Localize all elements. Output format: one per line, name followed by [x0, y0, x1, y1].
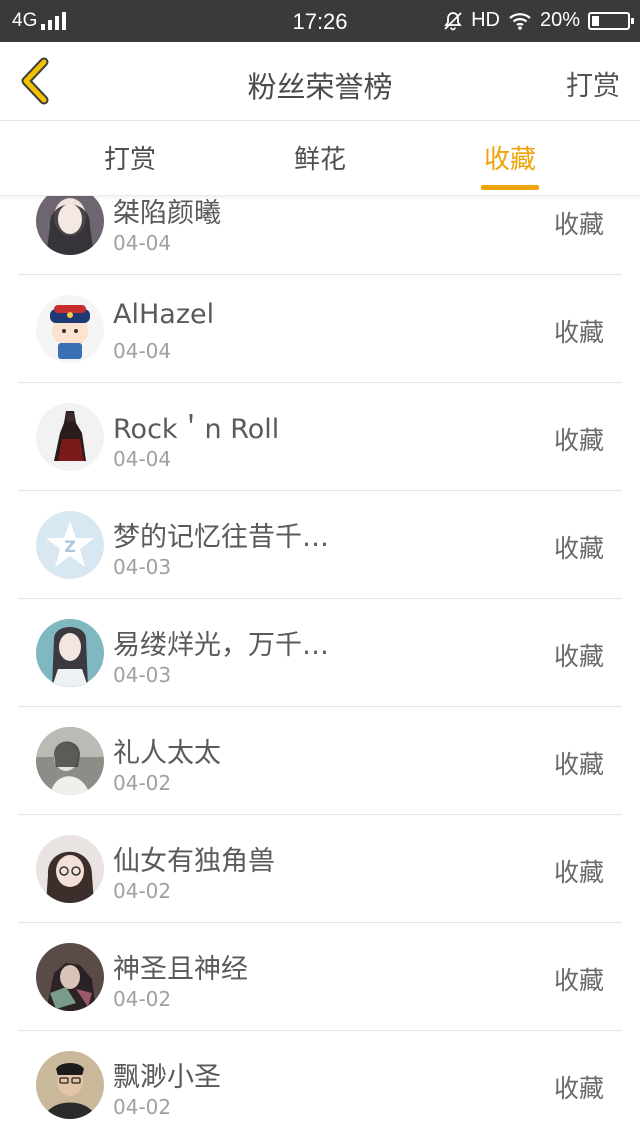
- nav-header: 粉丝荣誉榜 打赏: [0, 42, 640, 121]
- fan-name: 飘渺小圣: [113, 1062, 221, 1093]
- fan-action: 收藏: [553, 858, 604, 887]
- fan-action: 收藏: [553, 750, 604, 779]
- fan-action: 收藏: [553, 1074, 604, 1103]
- page-title: 粉丝荣誉榜: [247, 70, 393, 104]
- list-item[interactable]: Z 梦的记忆往昔千… 04-03 收藏: [0, 491, 640, 599]
- fan-action: 收藏: [553, 210, 604, 239]
- list-item[interactable]: 神圣且神经 04-02 收藏: [0, 923, 640, 1031]
- list-item[interactable]: AlHazel 04-04 收藏: [0, 275, 640, 383]
- fan-date: 04-02: [113, 1095, 172, 1119]
- tab-bar: 打赏 鲜花 收藏: [0, 121, 640, 196]
- fan-date: 04-03: [113, 663, 172, 687]
- svg-text:Z: Z: [64, 537, 76, 556]
- fan-action: 收藏: [553, 318, 604, 347]
- fan-name: 仙女有独角兽: [113, 846, 275, 877]
- fan-date: 04-02: [113, 771, 172, 795]
- avatar: [36, 727, 104, 795]
- hd-indicator: HD: [471, 9, 500, 31]
- avatar: Z: [36, 511, 104, 579]
- fan-date: 04-02: [113, 987, 172, 1011]
- avatar: [36, 403, 104, 471]
- fan-name: 神圣且神经: [113, 954, 248, 985]
- battery-percent: 20%: [539, 9, 580, 31]
- fan-name: AlHazel: [113, 299, 215, 330]
- fan-date: 04-04: [113, 339, 172, 363]
- tab-reward[interactable]: 打赏: [70, 139, 190, 176]
- fan-name: 易缕烊光，万千…: [113, 630, 329, 661]
- fan-action: 收藏: [553, 426, 604, 455]
- active-tab-indicator: [481, 185, 539, 190]
- list-item[interactable]: Rock＇n Roll 04-04 收藏: [0, 383, 640, 491]
- fan-date: 04-03: [113, 555, 172, 579]
- list-item[interactable]: 飘渺小圣 04-02 收藏: [0, 1031, 640, 1138]
- avatar: [36, 619, 104, 687]
- list-item[interactable]: 礼人太太 04-02 收藏: [0, 707, 640, 815]
- fan-action: 收藏: [553, 642, 604, 671]
- avatar: [36, 943, 104, 1011]
- reward-button[interactable]: 打赏: [566, 64, 620, 103]
- avatar: [36, 196, 104, 255]
- fan-date: 04-04: [113, 231, 172, 255]
- status-bar: 4G 17:26 HD 20%: [0, 0, 640, 42]
- fans-list[interactable]: 桀陷颜曦 04-04 收藏 AlHazel 04-04 收藏 Rock＇n Ro…: [0, 196, 640, 1138]
- avatar: [36, 295, 104, 363]
- list-item[interactable]: 易缕烊光，万千… 04-03 收藏: [0, 599, 640, 707]
- status-right: HD 20%: [435, 9, 634, 32]
- muted-bell-icon: [444, 11, 462, 30]
- fan-action: 收藏: [553, 534, 604, 563]
- fan-name: 礼人太太: [113, 738, 221, 769]
- tab-flowers[interactable]: 鲜花: [260, 139, 380, 176]
- fan-name: 桀陷颜曦: [113, 198, 221, 229]
- tab-favorites[interactable]: 收藏: [450, 139, 570, 176]
- fan-date: 04-02: [113, 879, 172, 903]
- fan-action: 收藏: [553, 966, 604, 995]
- wifi-icon: [509, 12, 531, 30]
- fan-name: Rock＇n Roll: [113, 414, 280, 445]
- fan-name: 梦的记忆往昔千…: [113, 522, 329, 553]
- list-item[interactable]: 仙女有独角兽 04-02 收藏: [0, 815, 640, 923]
- avatar: [36, 1051, 104, 1119]
- battery-icon: [588, 11, 634, 30]
- fan-date: 04-04: [113, 447, 172, 471]
- avatar: [36, 835, 104, 903]
- list-item[interactable]: 桀陷颜曦 04-04 收藏: [0, 196, 640, 275]
